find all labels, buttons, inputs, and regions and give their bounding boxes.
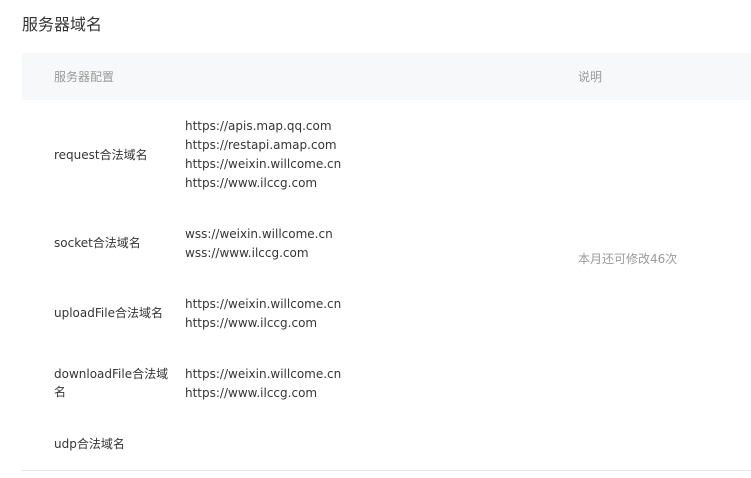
- table-row-request: request合法域名 https://apis.map.qq.com http…: [22, 100, 578, 210]
- row-domains-socket: wss://weixin.willcome.cn wss://www.ilccg…: [185, 225, 565, 263]
- domain-item: https://www.ilccg.com: [185, 386, 318, 400]
- row-label-request: request合法域名: [54, 148, 148, 162]
- row-label-uploadfile: uploadFile合法域名: [54, 306, 163, 320]
- domain-item: wss://weixin.willcome.cn: [185, 227, 333, 241]
- domain-item: https://www.ilccg.com: [185, 316, 318, 330]
- table-row-downloadfile: downloadFile合法域名 https://weixin.willcome…: [22, 350, 578, 420]
- table-header: 服务器配置 说明: [22, 53, 751, 100]
- domain-item: https://restapi.amap.com: [185, 138, 337, 152]
- domain-item: https://www.ilccg.com: [185, 176, 318, 190]
- table-row-uploadfile: uploadFile合法域名 https://weixin.willcome.c…: [22, 280, 578, 350]
- row-domains-downloadfile: https://weixin.willcome.cn https://www.i…: [185, 365, 565, 403]
- domain-item: https://weixin.willcome.cn: [185, 367, 342, 381]
- server-domain-table: 服务器配置 说明 request合法域名 https://apis.map.qq…: [22, 53, 751, 471]
- modification-quota-text: 本月还可修改46次: [578, 252, 678, 266]
- row-label-downloadfile: downloadFile合法域名: [54, 367, 169, 399]
- domain-item: wss://www.ilccg.com: [185, 246, 309, 260]
- row-label-udp: udp合法域名: [54, 437, 125, 451]
- table-row-udp: udp合法域名: [22, 420, 578, 470]
- server-domain-page: 服务器域名 服务器配置 说明 request合法域名 https://apis.…: [0, 0, 751, 478]
- row-domains-uploadfile: https://weixin.willcome.cn https://www.i…: [185, 295, 565, 333]
- domain-item: https://weixin.willcome.cn: [185, 157, 342, 171]
- row-label-socket: socket合法域名: [54, 236, 141, 250]
- section-title: 服务器域名: [22, 15, 103, 34]
- header-description: 说明: [578, 70, 603, 84]
- domain-item: https://apis.map.qq.com: [185, 119, 332, 133]
- header-server-config: 服务器配置: [54, 70, 115, 84]
- table-row-socket: socket合法域名 wss://weixin.willcome.cn wss:…: [22, 210, 578, 280]
- row-domains-request: https://apis.map.qq.com https://restapi.…: [185, 117, 565, 193]
- domain-item: https://weixin.willcome.cn: [185, 297, 342, 311]
